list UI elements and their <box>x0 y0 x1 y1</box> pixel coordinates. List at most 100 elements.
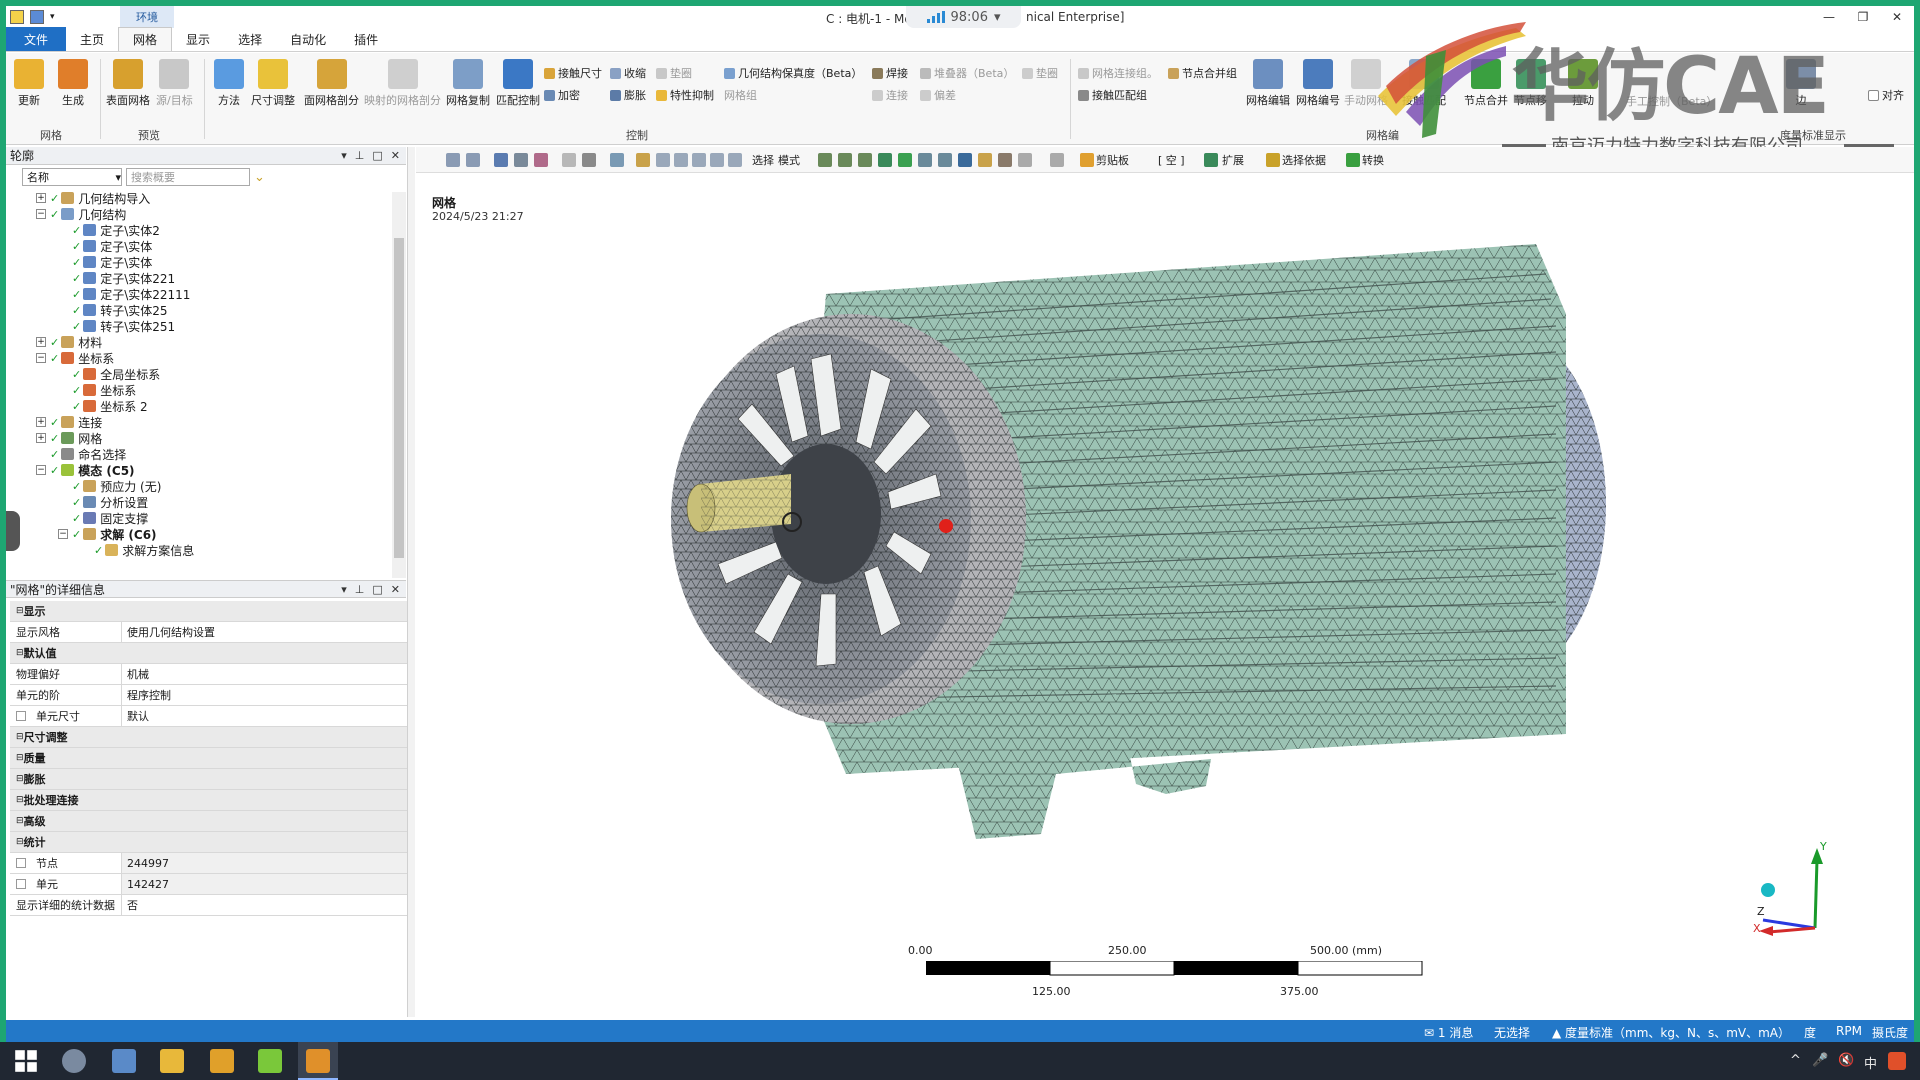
node-merge-group-button[interactable]: 节点合并组 <box>1168 65 1237 81</box>
details-section[interactable]: ⊟ 默认值 <box>10 643 412 664</box>
extend-dropdown[interactable]: 扩展 <box>1222 152 1244 168</box>
box-select-icon[interactable] <box>494 153 508 167</box>
app-icon[interactable] <box>62 1049 86 1073</box>
refine-button[interactable]: 加密 <box>544 87 580 103</box>
collapse-icon[interactable]: − <box>36 465 46 475</box>
select-by-dropdown[interactable]: 选择依据 <box>1282 152 1326 168</box>
pan-icon[interactable] <box>636 153 650 167</box>
collapse-icon[interactable]: − <box>36 353 46 363</box>
tree-item[interactable]: ✓ 转子\实体25 <box>58 302 168 318</box>
rotate-icon[interactable] <box>610 153 624 167</box>
details-row[interactable]: 单元 142427 <box>10 874 412 895</box>
tree-item[interactable]: ✓ 定子\实体2 <box>58 222 160 238</box>
sizing-button[interactable]: 尺寸调整 <box>251 59 295 108</box>
face-select-icon[interactable] <box>858 153 872 167</box>
feature-suppress-button[interactable]: 特性抑制 <box>656 87 714 103</box>
close-icon[interactable]: ✕ <box>391 149 400 162</box>
app-icon[interactable] <box>10 10 24 24</box>
performance-meter[interactable]: 98:06 ▾ <box>906 6 1021 28</box>
convert-dropdown[interactable]: 转换 <box>1362 152 1384 168</box>
tree-item[interactable]: ✓ 预应力 (无) <box>58 478 161 494</box>
details-value[interactable]: 默认 <box>122 706 412 726</box>
tree-item[interactable]: ✓ 坐标系 <box>58 382 136 398</box>
tab-select[interactable]: 选择 <box>224 27 276 51</box>
contact-size-button[interactable]: 接触尺寸 <box>544 65 602 81</box>
collapse-icon[interactable]: − <box>36 209 46 219</box>
extend-icon[interactable] <box>1204 153 1218 167</box>
dropdown-icon[interactable]: ▾ <box>50 12 55 22</box>
tree-item[interactable]: ✓ 定子\实体221 <box>58 270 175 286</box>
section-toggle-icon[interactable]: ⊟ <box>16 732 24 742</box>
tag-icon[interactable] <box>998 153 1012 167</box>
tab-home[interactable]: 主页 <box>66 27 118 51</box>
details-value[interactable]: 244997 <box>122 853 412 873</box>
stacker-button[interactable]: 堆叠器（Beta） <box>920 65 1014 81</box>
details-section[interactable]: ⊟ 质量 <box>10 748 412 769</box>
tree-item[interactable]: ✓ 求解方案信息 <box>80 542 194 558</box>
close-icon[interactable]: ✕ <box>391 583 400 596</box>
workbench-icon[interactable] <box>210 1049 234 1073</box>
node-select-icon[interactable] <box>898 153 912 167</box>
tree-item[interactable]: ✓ 定子\实体 <box>58 238 152 254</box>
tab-display[interactable]: 显示 <box>172 27 224 51</box>
contact-match-group-button[interactable]: 接触匹配组 <box>1078 87 1147 103</box>
tree-item[interactable]: + ✓ 几何结构导入 <box>36 190 150 206</box>
generate-button[interactable]: 生成 <box>58 59 88 108</box>
face-meshing-button[interactable]: 面网格剖分 <box>304 59 359 108</box>
collapse-icon[interactable]: − <box>58 529 68 539</box>
spaceclaim-icon[interactable] <box>258 1049 282 1073</box>
zoom-fit-icon[interactable] <box>692 153 706 167</box>
zoom-box-icon[interactable] <box>674 153 688 167</box>
outline-scrollbar[interactable] <box>392 192 406 578</box>
messages-status[interactable]: ✉ 1 消息 <box>1424 1024 1473 1041</box>
details-section[interactable]: ⊟ 尺寸调整 <box>10 727 412 748</box>
mechanical-icon[interactable] <box>306 1049 330 1073</box>
tree-item[interactable]: ✓ 定子\实体22111 <box>58 286 190 302</box>
section-toggle-icon[interactable]: ⊟ <box>16 837 24 847</box>
details-row[interactable]: 物理偏好 机械 <box>10 664 412 685</box>
pin-icon[interactable]: ⊥ <box>355 149 365 162</box>
tree-item[interactable]: − ✓ 模态 (C5) <box>36 462 135 478</box>
tree-item[interactable]: ✓ 定子\实体 <box>58 254 152 270</box>
tree-item[interactable]: ✓ 坐标系 2 <box>58 398 148 414</box>
chevron-down-icon[interactable]: ▾ <box>994 10 1001 25</box>
tab-plugins[interactable]: 插件 <box>340 27 392 51</box>
details-value[interactable]: 142427 <box>122 874 412 894</box>
angle-unit-status[interactable]: 度 <box>1804 1024 1816 1041</box>
gasket-button[interactable]: 垫圈 <box>656 65 692 81</box>
ime-indicator[interactable]: 中 <box>1864 1053 1877 1072</box>
clipboard-dropdown[interactable]: 剪贴板 <box>1096 152 1129 168</box>
details-section[interactable]: ⊟ 批处理连接 <box>10 790 412 811</box>
folder-icon[interactable] <box>160 1049 184 1073</box>
geometry-fidelity-button[interactable]: 几何结构保真度（Beta） <box>724 65 862 81</box>
frame-icon[interactable] <box>562 153 576 167</box>
washer-button[interactable]: 垫圈 <box>1022 65 1058 81</box>
maximize-icon[interactable]: □ <box>372 583 382 596</box>
method-button[interactable]: 方法 <box>214 59 244 108</box>
weld-button[interactable]: 焊接 <box>872 65 908 81</box>
tree-item[interactable]: + ✓ 连接 <box>36 414 102 430</box>
element-face-icon[interactable] <box>918 153 932 167</box>
section-toggle-icon[interactable]: ⊟ <box>16 816 24 826</box>
row-checkbox[interactable] <box>16 879 26 889</box>
section-toggle-icon[interactable]: ⊟ <box>16 795 24 805</box>
details-section[interactable]: ⊟ 膨胀 <box>10 769 412 790</box>
tab-automation[interactable]: 自动化 <box>276 27 340 51</box>
motor-mesh-model[interactable] <box>416 174 1914 1022</box>
details-row[interactable]: 单元的阶 程序控制 <box>10 685 412 706</box>
expand-icon[interactable]: + <box>36 337 46 347</box>
tree-item[interactable]: ✓ 全局坐标系 <box>58 366 160 382</box>
zoom-icon[interactable] <box>656 153 670 167</box>
section-toggle-icon[interactable]: ⊟ <box>16 606 24 616</box>
surface-mesh-button[interactable]: 表面网格 <box>106 59 150 108</box>
zoom-out-icon[interactable] <box>466 153 480 167</box>
details-value[interactable]: 否 <box>122 895 412 915</box>
save-icon[interactable] <box>30 10 44 24</box>
scrollbar-thumb[interactable] <box>394 238 404 558</box>
maximize-icon[interactable]: □ <box>372 149 382 162</box>
tree-item[interactable]: − ✓ 求解 (C6) <box>58 526 157 542</box>
rpm-unit-status[interactable]: RPM <box>1836 1024 1862 1038</box>
convert-icon[interactable] <box>1346 153 1360 167</box>
side-collapse-handle[interactable] <box>6 511 20 551</box>
edge-select-icon[interactable] <box>838 153 852 167</box>
